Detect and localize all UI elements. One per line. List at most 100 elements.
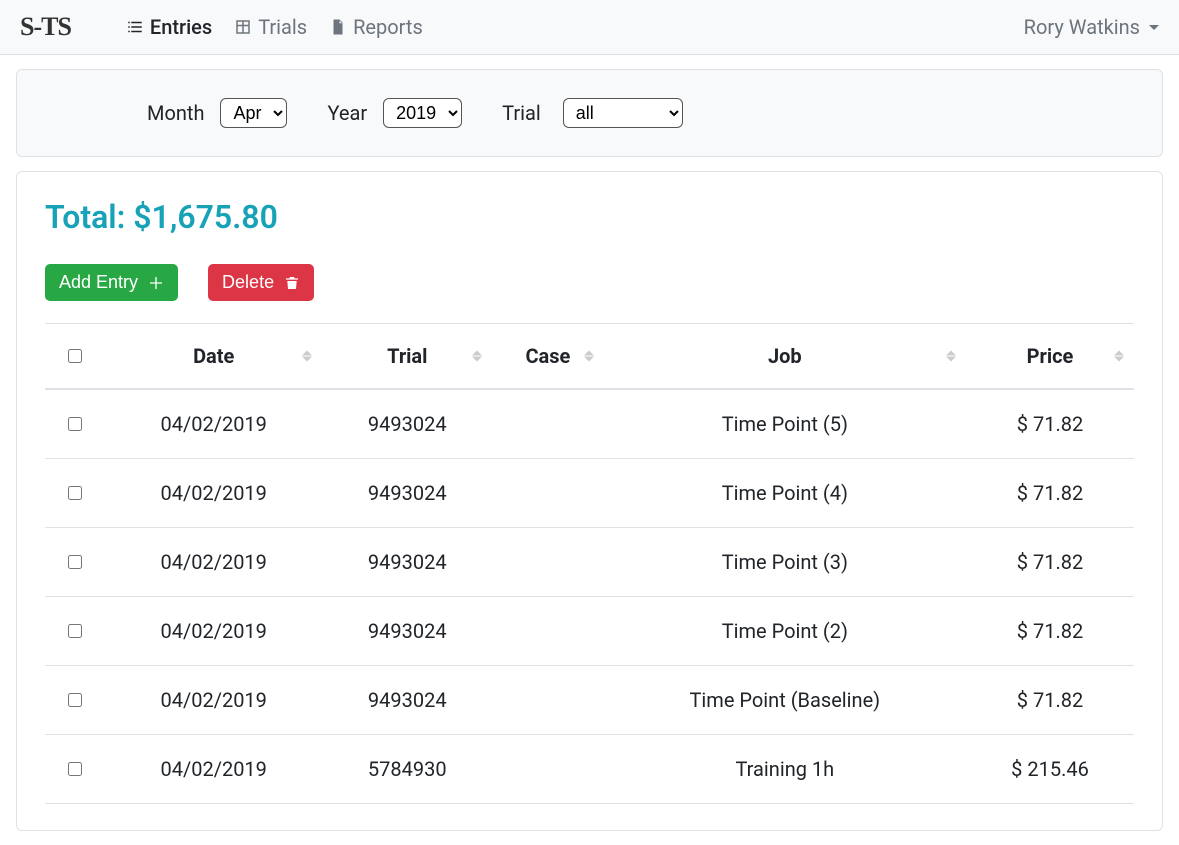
cell-trial: 5784930 [322,735,492,804]
cell-job: Time Point (5) [604,389,966,459]
table-icon [234,18,252,36]
cell-trial: 9493024 [322,597,492,666]
row-check-cell [45,735,105,804]
col-date[interactable]: Date [105,324,322,390]
sort-icon [946,351,956,362]
sort-icon [472,351,482,362]
navbar: S-TS Entries Trials Reports Rory Watkins [0,0,1179,55]
cell-price: $ 71.82 [966,666,1134,735]
cell-trial: 9493024 [322,459,492,528]
cell-case [492,389,604,459]
col-job-label: Job [768,344,802,368]
nav-entries[interactable]: Entries [126,15,212,39]
row-check-cell [45,597,105,666]
cell-price: $ 71.82 [966,389,1134,459]
table-row: 04/02/20199493024 Time Point (Baseline)$ … [45,666,1134,735]
cell-trial: 9493024 [322,666,492,735]
cell-date: 04/02/2019 [105,459,322,528]
year-label: Year [327,101,367,125]
user-menu[interactable]: Rory Watkins [1024,15,1159,39]
row-check-cell [45,528,105,597]
sort-icon [1114,351,1124,362]
row-checkbox[interactable] [68,693,82,707]
cell-date: 04/02/2019 [105,528,322,597]
nav-reports[interactable]: Reports [329,15,423,39]
cell-case [492,735,604,804]
table-header-row: Date Trial Case Job [45,324,1134,390]
cell-trial: 9493024 [322,528,492,597]
cell-job: Time Point (Baseline) [604,666,966,735]
content-card: Total: $1,675.80 Add Entry Delete [16,171,1163,831]
nav-entries-label: Entries [150,15,212,39]
cell-price: $ 71.82 [966,597,1134,666]
col-price[interactable]: Price [966,324,1134,390]
row-checkbox[interactable] [68,762,82,776]
col-case-label: Case [525,344,570,368]
col-trial-label: Trial [387,344,427,368]
trial-select[interactable]: all [563,98,683,128]
month-select[interactable]: Apr [220,98,287,128]
chevron-down-icon [1149,25,1159,30]
page-container: Month Apr Year 2019 Trial all Total: $1,… [0,55,1179,845]
brand-logo[interactable]: S-TS [20,12,71,42]
filter-groups: Month Apr Year 2019 Trial all [37,98,683,128]
row-checkbox[interactable] [68,555,82,569]
nav-reports-label: Reports [353,15,423,39]
cell-case [492,597,604,666]
row-checkbox[interactable] [68,486,82,500]
delete-button[interactable]: Delete [208,264,314,301]
row-check-cell [45,389,105,459]
table-row: 04/02/20199493024 Time Point (5)$ 71.82 [45,389,1134,459]
list-check-icon [126,18,144,36]
row-check-cell [45,666,105,735]
col-case[interactable]: Case [492,324,604,390]
plus-icon [148,275,164,291]
row-check-cell [45,459,105,528]
select-all-checkbox[interactable] [68,349,82,363]
delete-label: Delete [222,272,274,293]
cell-date: 04/02/2019 [105,597,322,666]
month-label: Month [147,101,204,125]
filter-card: Month Apr Year 2019 Trial all [16,69,1163,157]
cell-case [492,528,604,597]
file-icon [329,18,347,36]
nav-items: Entries Trials Reports [126,15,1024,39]
trial-label: Trial [502,101,541,125]
cell-job: Time Point (4) [604,459,966,528]
cell-job: Time Point (3) [604,528,966,597]
col-date-label: Date [193,344,234,368]
col-job[interactable]: Job [604,324,966,390]
trash-icon [284,275,300,291]
col-price-label: Price [1027,344,1074,368]
nav-trials-label: Trials [258,15,307,39]
action-row: Add Entry Delete [45,264,1134,301]
add-entry-button[interactable]: Add Entry [45,264,178,301]
cell-price: $ 71.82 [966,528,1134,597]
cell-date: 04/02/2019 [105,666,322,735]
nav-trials[interactable]: Trials [234,15,307,39]
cell-case [492,666,604,735]
row-checkbox[interactable] [68,624,82,638]
cell-job: Time Point (2) [604,597,966,666]
add-entry-label: Add Entry [59,272,138,293]
cell-trial: 9493024 [322,389,492,459]
cell-price: $ 71.82 [966,459,1134,528]
total-label: Total: $1,675.80 [45,198,1134,236]
row-checkbox[interactable] [68,417,82,431]
cell-case [492,459,604,528]
year-select[interactable]: 2019 [383,98,462,128]
cell-job: Training 1h [604,735,966,804]
sort-icon [302,351,312,362]
cell-price: $ 215.46 [966,735,1134,804]
sort-icon [584,351,594,362]
cell-date: 04/02/2019 [105,389,322,459]
select-all-header [45,324,105,390]
table-row: 04/02/20195784930 Training 1h$ 215.46 [45,735,1134,804]
col-trial[interactable]: Trial [322,324,492,390]
entries-table: Date Trial Case Job [45,323,1134,804]
table-row: 04/02/20199493024 Time Point (2)$ 71.82 [45,597,1134,666]
cell-date: 04/02/2019 [105,735,322,804]
user-name: Rory Watkins [1024,15,1140,39]
table-row: 04/02/20199493024 Time Point (3)$ 71.82 [45,528,1134,597]
table-row: 04/02/20199493024 Time Point (4)$ 71.82 [45,459,1134,528]
